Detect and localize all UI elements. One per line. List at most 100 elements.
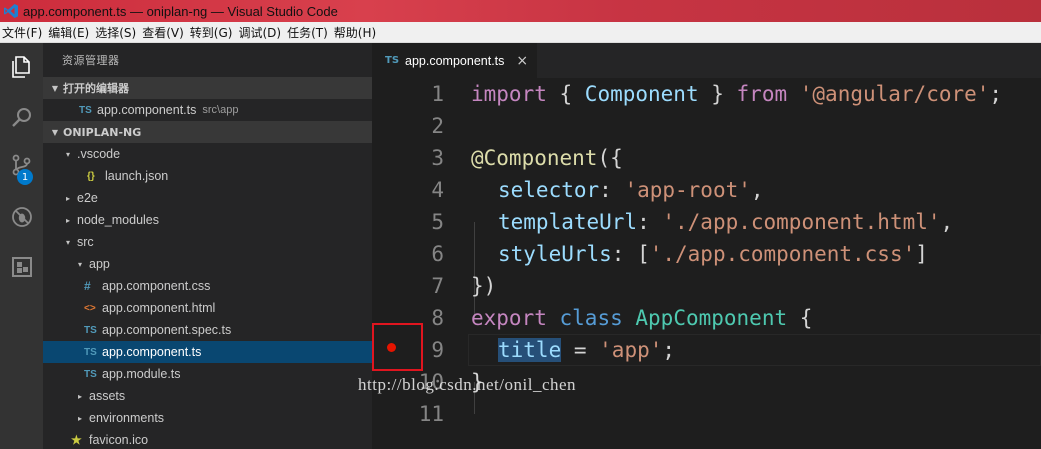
title-bar: app.component.ts — oniplan-ng — Visual S… (0, 0, 1041, 22)
tree-item-app-component-html[interactable]: <> app.component.html (43, 297, 372, 319)
string: './app.component.html' (662, 210, 941, 234)
tree-item-src-folder[interactable]: ▾ src (43, 231, 372, 253)
tree-item-environments-folder[interactable]: ▸ environments (43, 407, 372, 429)
menu-view[interactable]: 查看(V) (142, 24, 190, 41)
punct: }) (471, 274, 497, 298)
open-editor-name: app.component.ts (97, 103, 197, 117)
close-icon[interactable]: × (516, 53, 528, 69)
tree-item-label: app.component.spec.ts (102, 323, 232, 337)
code-line: 7 }) (372, 270, 1041, 302)
tree-item-label: assets (89, 389, 126, 403)
code-line: 4 selector: 'app-root', (372, 174, 1041, 206)
menu-debug[interactable]: 调试(D) (238, 24, 287, 41)
decorator: @Component (471, 146, 598, 170)
vscode-logo-icon (4, 4, 18, 18)
punct: ; (989, 82, 1003, 106)
menu-go[interactable]: 转到(G) (190, 24, 239, 41)
punct: ({ (597, 146, 623, 170)
typescript-file-icon: TS (84, 324, 97, 336)
html-file-icon: <> (84, 302, 96, 314)
debug-button[interactable] (0, 197, 43, 237)
code-line: 1 import { Component } from '@angular/co… (372, 78, 1041, 110)
extensions-icon (11, 257, 32, 277)
tab-app-component-ts[interactable]: TS app.component.ts × (372, 43, 537, 78)
code-text: styleUrls: ['./app.component.css'] (498, 238, 928, 270)
line-number: 6 (431, 242, 444, 266)
extensions-button[interactable] (0, 247, 43, 287)
tree-item-launch-json[interactable]: {} launch.json (43, 165, 372, 187)
code-line: 6 styleUrls: ['./app.component.css'] (372, 238, 1041, 270)
activity-bar: 1 (0, 43, 43, 449)
chevron-down-icon: ▾ (65, 237, 70, 247)
watermark: http://blog.csdn.net/onil_chen (358, 375, 577, 394)
tree-item-app-module-ts[interactable]: TS app.module.ts (43, 363, 372, 385)
tree-item-assets-folder[interactable]: ▸ assets (43, 385, 372, 407)
breakpoint-icon[interactable] (387, 343, 396, 352)
typescript-file-icon: TS (385, 55, 400, 66)
tree-item-app-component-css[interactable]: # app.component.css (43, 275, 372, 297)
project-header[interactable]: ▼ ONIPLAN-NG (43, 121, 372, 143)
tree-item-label: app.module.ts (102, 367, 181, 381)
code-line: 2 (372, 110, 1041, 142)
punct: : (637, 210, 663, 234)
tree-item-label: .vscode (77, 147, 121, 161)
tree-item-label: app (89, 257, 110, 271)
code-line: 11 (372, 398, 1041, 430)
tree-item-label: favicon.ico (89, 433, 149, 447)
tree-item-app-folder[interactable]: ▾ app (43, 253, 372, 275)
chevron-down-icon: ▾ (77, 259, 82, 269)
identifier: Component (584, 82, 699, 106)
tree-item-label: environments (89, 411, 165, 425)
menu-selection[interactable]: 选择(S) (95, 24, 142, 41)
open-editor-path: src\app (202, 104, 239, 116)
open-editor-item[interactable]: TS app.component.ts src\app (43, 99, 372, 121)
menu-tasks[interactable]: 任务(T) (287, 24, 334, 41)
menu-file[interactable]: 文件(F) (0, 24, 48, 41)
source-control-button[interactable]: 1 (0, 145, 43, 185)
code-text: selector: 'app-root', (498, 174, 764, 206)
explorer-sidebar: 资源管理器 ▼ 打开的编辑器 TS app.component.ts src\a… (43, 43, 372, 449)
tree-item-label: e2e (77, 191, 98, 205)
chevron-down-icon: ▼ (51, 127, 59, 137)
tree-item-favicon[interactable]: ★ favicon.ico (43, 429, 372, 449)
explorer-button[interactable] (0, 47, 43, 87)
punct: = (561, 338, 600, 362)
typescript-file-icon: TS (79, 104, 92, 116)
open-editors-header[interactable]: ▼ 打开的编辑器 (43, 77, 372, 99)
tree-item-label: app.component.ts (102, 345, 202, 359)
code-text: }) (471, 270, 496, 302)
punct: { (546, 82, 585, 106)
menu-help[interactable]: 帮助(H) (334, 24, 382, 41)
window-title: app.component.ts — oniplan-ng — Visual S… (23, 3, 338, 19)
tree-item-vscode-folder[interactable]: ▾ .vscode (43, 143, 372, 165)
menu-edit[interactable]: 编辑(E) (48, 24, 95, 41)
code-line: 3 @Component({ (372, 142, 1041, 174)
selected-word: title (498, 338, 562, 362)
keyword: export (471, 306, 547, 330)
chevron-right-icon: ▸ (65, 215, 70, 225)
line-number: 7 (431, 274, 444, 298)
code-text: title = 'app'; (498, 334, 675, 366)
punct: { (787, 306, 813, 330)
tree-item-label: launch.json (105, 169, 169, 183)
punct: ] (915, 242, 928, 266)
tree-item-app-component-spec-ts[interactable]: TS app.component.spec.ts (43, 319, 372, 341)
tree-item-node-modules-folder[interactable]: ▸ node_modules (43, 209, 372, 231)
search-button[interactable] (0, 98, 43, 138)
chevron-right-icon: ▸ (77, 413, 82, 423)
code-text: import { Component } from '@angular/core… (471, 78, 1002, 110)
punct: : [ (611, 242, 650, 266)
tree-item-e2e-folder[interactable]: ▸ e2e (43, 187, 372, 209)
tree-item-app-component-ts[interactable]: TS app.component.ts (43, 341, 372, 363)
code-text: export class AppComponent { (471, 302, 812, 334)
typescript-file-icon: TS (84, 346, 97, 358)
punct: } (698, 82, 737, 106)
sidebar-title: 资源管理器 (62, 54, 120, 67)
scm-badge: 1 (17, 169, 33, 185)
star-icon: ★ (71, 433, 82, 447)
project-name: ONIPLAN-NG (63, 125, 142, 139)
tab-label: app.component.ts (405, 53, 505, 68)
tree-item-label: app.component.css (102, 279, 211, 293)
